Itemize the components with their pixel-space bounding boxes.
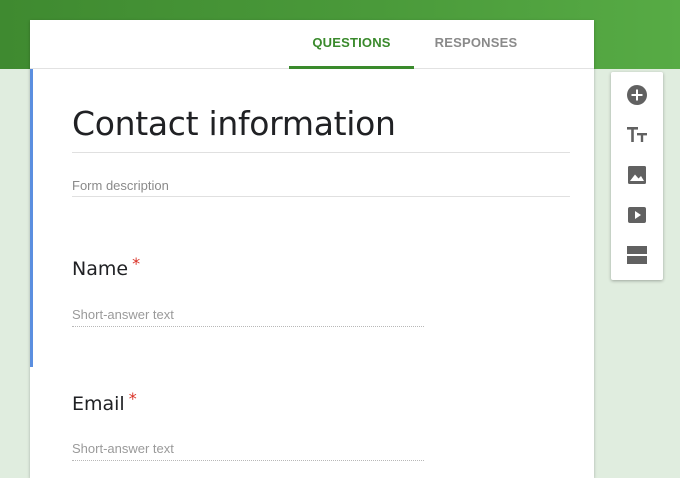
answer-underline	[72, 460, 424, 461]
required-asterisk: *	[132, 254, 141, 273]
required-asterisk: *	[128, 389, 137, 408]
tab-bar: QUESTIONS RESPONSES	[30, 20, 594, 69]
form-title[interactable]: Contact information	[72, 104, 396, 143]
question-label: Name	[72, 258, 129, 280]
add-question-icon[interactable]	[625, 83, 649, 107]
add-image-icon[interactable]	[625, 163, 649, 187]
add-video-icon[interactable]	[625, 203, 649, 227]
selected-section-indicator	[30, 69, 33, 367]
tab-responses[interactable]: RESPONSES	[420, 20, 532, 68]
short-answer-placeholder: Short-answer text	[72, 441, 174, 456]
tab-questions[interactable]: QUESTIONS	[289, 20, 414, 69]
question-label: Email	[72, 393, 125, 415]
title-underline	[72, 152, 570, 153]
question-email-title[interactable]: Email *	[72, 389, 137, 415]
add-section-icon[interactable]	[625, 243, 649, 267]
form-card: QUESTIONS RESPONSES Contact information …	[30, 20, 594, 478]
description-underline	[72, 196, 570, 197]
floating-toolbox	[611, 72, 663, 280]
add-title-icon[interactable]	[625, 123, 649, 147]
answer-underline	[72, 326, 424, 327]
short-answer-placeholder: Short-answer text	[72, 307, 174, 322]
form-description-field[interactable]: Form description	[72, 178, 169, 193]
question-name-title[interactable]: Name *	[72, 254, 140, 280]
